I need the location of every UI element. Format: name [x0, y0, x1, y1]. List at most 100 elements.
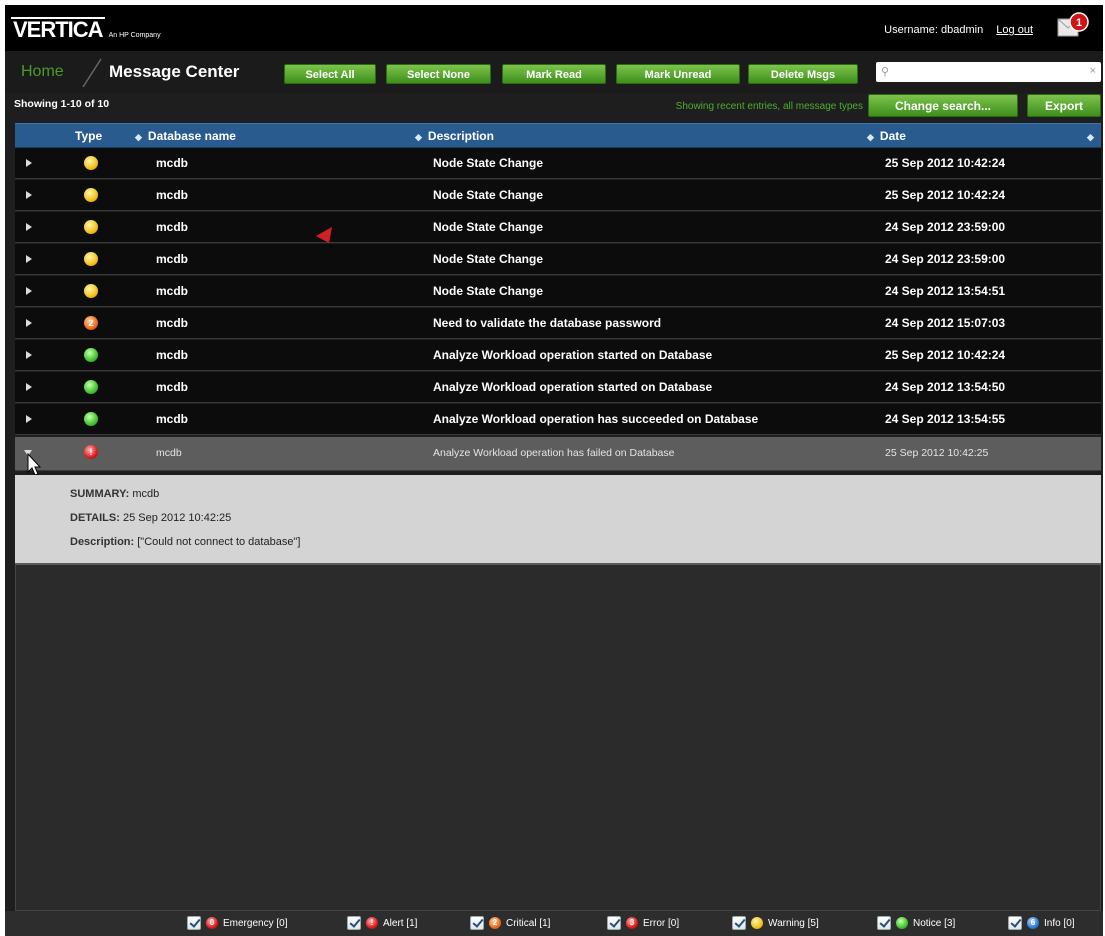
database-name-cell: mcdb — [156, 188, 189, 202]
table-row-selected[interactable]: ! mcdb Analyze Workload operation has fa… — [15, 437, 1101, 471]
checkbox-checked-icon[interactable] — [187, 916, 201, 930]
date-cell: 24 Sep 2012 13:54:55 — [885, 412, 1006, 426]
export-button[interactable]: Export — [1027, 94, 1101, 117]
description-cell: Node State Change — [433, 252, 544, 266]
delete-msgs-button[interactable]: Delete Msgs — [748, 64, 858, 84]
database-name-cell: mcdb — [156, 412, 189, 426]
username-label: Username: dbadmin — [884, 24, 984, 36]
filter-info[interactable]: 6 Info [0] — [1008, 916, 1075, 930]
date-cell: 24 Sep 2012 15:07:03 — [885, 316, 1006, 330]
page-title: Message Center — [109, 62, 240, 81]
expand-arrow-icon[interactable] — [26, 319, 32, 327]
description-cell: Analyze Workload operation started on Da… — [433, 348, 713, 362]
filter-alert-label: Alert [1] — [383, 917, 418, 929]
table-row[interactable]: mcdb Node State Change 24 Sep 2012 23:59… — [15, 212, 1101, 243]
red-pointer-icon — [316, 227, 332, 243]
description-cell: Analyze Workload operation has failed on… — [433, 447, 675, 459]
checkbox-checked-icon[interactable] — [347, 916, 361, 930]
message-notification-icon[interactable]: 1 — [1057, 11, 1089, 41]
logo-wordmark: VERTICA — [11, 17, 105, 42]
table-row[interactable]: mcdb Analyze Workload operation has succ… — [15, 404, 1101, 435]
warning-icon — [84, 284, 98, 298]
alert-icon: ! — [84, 445, 98, 459]
breadcrumb-home-link[interactable]: Home — [21, 63, 64, 81]
column-header-database-name-label: Database name — [147, 129, 236, 143]
change-search-button[interactable]: Change search... — [868, 94, 1018, 117]
date-cell: 24 Sep 2012 23:59:00 — [885, 252, 1006, 266]
column-header-database-name[interactable]: ◆ Database name — [135, 129, 236, 143]
expand-arrow-icon[interactable] — [26, 383, 32, 391]
select-all-button[interactable]: Select All — [284, 64, 376, 84]
date-cell: 25 Sep 2012 10:42:25 — [885, 447, 989, 459]
notice-icon — [84, 348, 98, 362]
date-cell: 24 Sep 2012 13:54:51 — [885, 284, 1006, 298]
date-cell: 25 Sep 2012 10:42:24 — [885, 156, 1006, 170]
filter-info-label: Info [0] — [1044, 917, 1075, 929]
column-header-description[interactable]: ◆ Description — [415, 129, 494, 143]
column-header-type[interactable]: Type — [75, 129, 102, 143]
warning-icon — [84, 156, 98, 170]
table-row[interactable]: mcdb Node State Change 25 Sep 2012 10:42… — [15, 148, 1101, 179]
filter-warning[interactable]: Warning [5] — [732, 916, 819, 930]
result-count-label: Showing 1-10 of 10 — [14, 98, 110, 110]
expand-arrow-icon[interactable] — [26, 415, 32, 423]
checkbox-checked-icon[interactable] — [1008, 916, 1022, 930]
table-row[interactable]: mcdb Node State Change 25 Sep 2012 10:42… — [15, 180, 1101, 211]
filter-notice[interactable]: Notice [3] — [877, 916, 955, 930]
expand-arrow-icon[interactable] — [26, 255, 32, 263]
warning-icon — [84, 188, 98, 202]
details-value: 25 Sep 2012 10:42:25 — [122, 512, 232, 524]
info-icon: 6 — [1027, 917, 1039, 929]
database-name-cell: mcdb — [156, 284, 189, 298]
sort-icon: ◆ — [415, 132, 422, 142]
expand-arrow-icon[interactable] — [26, 159, 32, 167]
column-header-date[interactable]: ◆ Date — [867, 129, 906, 143]
checkbox-checked-icon[interactable] — [470, 916, 484, 930]
description-key: Description: — [70, 536, 135, 548]
vertica-logo: VERTICA An HP Company — [11, 17, 161, 41]
critical-icon: 2 — [489, 917, 501, 929]
expand-arrow-icon[interactable] — [26, 223, 32, 231]
filter-emergency[interactable]: 0 Emergency [0] — [187, 916, 287, 930]
checkbox-checked-icon[interactable] — [732, 916, 746, 930]
filter-emergency-label: Emergency [0] — [223, 917, 288, 929]
sort-icon: ◆ — [867, 132, 874, 142]
expand-arrow-icon[interactable] — [26, 191, 32, 199]
mark-unread-button[interactable]: Mark Unread — [616, 64, 740, 84]
description-cell: Analyze Workload operation has succeeded… — [433, 412, 759, 426]
filter-error[interactable]: 3 Error [0] — [607, 916, 679, 930]
logo-tagline: An HP Company — [108, 32, 161, 39]
database-name-cell: mcdb — [156, 380, 189, 394]
filter-info-label: Showing recent entries, all message type… — [675, 101, 863, 112]
column-header-date-label: Date — [879, 129, 906, 143]
select-none-button[interactable]: Select None — [386, 64, 491, 84]
expand-arrow-icon[interactable] — [26, 287, 32, 295]
app-window: VERTICA An HP Company Username: dbadmin … — [5, 5, 1103, 936]
filter-critical[interactable]: 2 Critical [1] — [470, 916, 550, 930]
filter-alert[interactable]: ! Alert [1] — [347, 916, 417, 930]
expand-arrow-icon[interactable] — [26, 351, 32, 359]
description-cell: Node State Change — [433, 284, 544, 298]
empty-list-area — [15, 565, 1101, 911]
checkbox-checked-icon[interactable] — [877, 916, 891, 930]
sort-icon[interactable]: ◆ — [1087, 129, 1100, 143]
description-cell: Analyze Workload operation started on Da… — [433, 380, 713, 394]
table-row[interactable]: mcdb Node State Change 24 Sep 2012 23:59… — [15, 244, 1101, 275]
database-name-cell: mcdb — [156, 348, 189, 362]
table-header: Type ◆ Database name ◆ Description ◆ Date ◆ — [15, 123, 1101, 148]
table-row[interactable]: mcdb Node State Change 24 Sep 2012 13:54… — [15, 276, 1101, 307]
table-row[interactable]: mcdb Analyze Workload operation started … — [15, 372, 1101, 403]
mark-read-button[interactable]: Mark Read — [502, 64, 606, 84]
error-icon: 3 — [626, 917, 638, 929]
clear-search-icon[interactable]: × — [1090, 65, 1096, 77]
database-name-cell: mcdb — [156, 220, 189, 234]
details-key: DETAILS: — [70, 512, 120, 524]
search-input[interactable] — [894, 64, 1084, 79]
checkbox-checked-icon[interactable] — [607, 916, 621, 930]
logout-link[interactable]: Log out — [996, 24, 1033, 36]
table-row[interactable]: 2 mcdb Need to validate the database pas… — [15, 308, 1101, 339]
database-name-cell: mcdb — [156, 156, 189, 170]
date-cell: 24 Sep 2012 13:54:50 — [885, 380, 1006, 394]
warning-icon — [84, 220, 98, 234]
table-row[interactable]: mcdb Analyze Workload operation started … — [15, 340, 1101, 371]
